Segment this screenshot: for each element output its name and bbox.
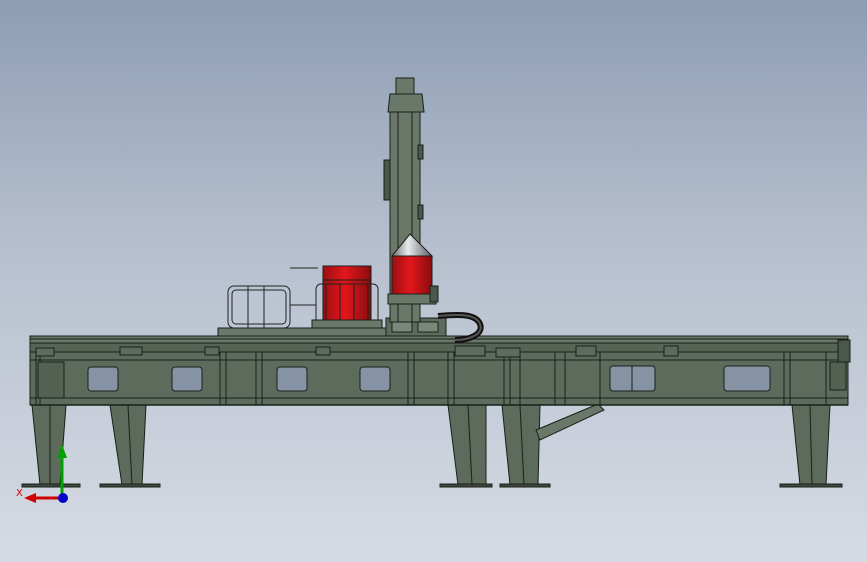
support-leg-1: [21, 404, 81, 488]
support-leg-4: [499, 404, 551, 488]
control-cabinet: [311, 265, 383, 329]
x-axis-label: X: [16, 488, 23, 499]
gantry-model[interactable]: X: [0, 0, 867, 562]
z-axis-dot: [58, 493, 68, 503]
cad-viewport[interactable]: X: [0, 0, 867, 562]
support-leg-5: [779, 404, 843, 488]
safety-railing-left: [227, 267, 318, 329]
support-leg-2: [99, 404, 161, 488]
support-leg-3: [439, 404, 493, 488]
diagonal-brace: [535, 403, 605, 441]
